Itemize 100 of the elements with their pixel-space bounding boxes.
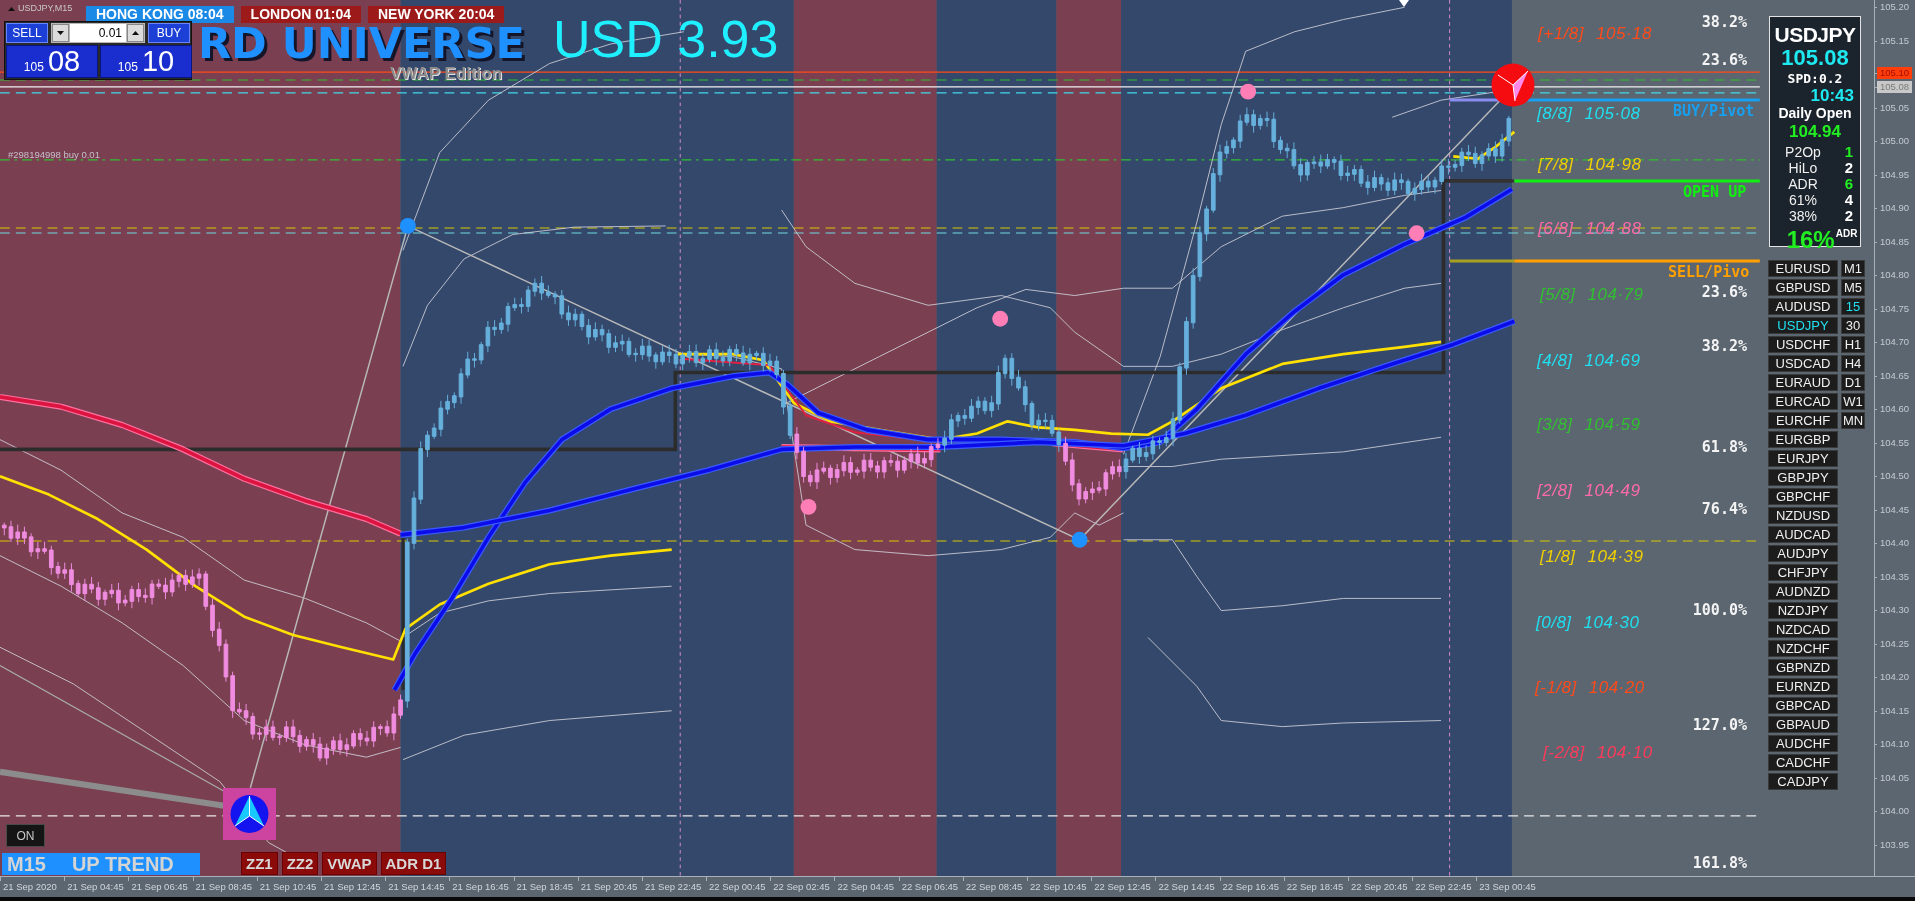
panel-daily-open: 104.94 <box>1789 122 1841 141</box>
murrey-price-label: 104·69 <box>1584 351 1641 371</box>
adr-suffix: ADR <box>1835 228 1858 240</box>
time-axis-label: 21 Sep 20:45 <box>577 877 638 897</box>
murrey-level-label: [6/8] <box>1538 219 1574 239</box>
price-axis-label: 104.25 <box>1877 637 1913 650</box>
symbol-button[interactable]: NZDCHF <box>1768 640 1838 657</box>
buy-button[interactable]: BUY <box>148 23 190 43</box>
retracement-label: 23.6% <box>1701 283 1747 301</box>
symbol-button[interactable]: GBPCAD <box>1768 697 1838 714</box>
panel-price: 105.08 <box>1781 47 1849 69</box>
timeframe-button[interactable]: D1 <box>1841 374 1865 391</box>
buy-price-button[interactable]: 105 10 <box>100 45 192 78</box>
panel-symbol: USDJPY <box>1774 23 1856 47</box>
triangle-logo-icon <box>1491 63 1535 107</box>
murrey-level-label: [4/8] <box>1537 351 1573 371</box>
symbol-button[interactable]: EURGBP <box>1768 431 1838 448</box>
sell-price-button[interactable]: 105 08 <box>6 45 98 78</box>
timeframe-button[interactable]: 30 <box>1841 317 1865 334</box>
adr-percent: 16% <box>1786 228 1835 252</box>
order-label: #298194998 buy 0.01 <box>8 149 100 160</box>
timeframe-button[interactable]: M1 <box>1841 260 1865 277</box>
symbol-button[interactable]: NZDJPY <box>1768 602 1838 619</box>
murrey-price-label: 104·98 <box>1585 155 1642 175</box>
price-axis-label: 104.65 <box>1877 369 1913 382</box>
trend-timeframe: M15 <box>7 853 46 875</box>
symbol-button[interactable]: GBPNZD <box>1768 659 1838 676</box>
murrey-level-label: [7/8] <box>1538 155 1574 175</box>
symbol-button[interactable]: EURCHF <box>1768 412 1838 429</box>
pivot-dot-icon <box>399 218 416 234</box>
timeframe-button[interactable]: H4 <box>1841 355 1865 372</box>
lot-input[interactable]: 0.01 <box>70 24 126 42</box>
price-axis-label: 104.15 <box>1877 704 1913 717</box>
stat-value: 6 <box>1843 176 1853 192</box>
toggle-button[interactable]: ON <box>6 824 45 847</box>
pivot-label: SELL/Pivo <box>1668 264 1750 281</box>
murrey-price-label: 104·88 <box>1585 219 1642 239</box>
timeframe-button[interactable]: 15 <box>1841 298 1865 315</box>
timeframe-button[interactable]: H1 <box>1841 336 1865 353</box>
panel-time: 10:43 <box>1810 87 1854 104</box>
symbol-button[interactable]: AUDJPY <box>1768 545 1838 562</box>
sell-button[interactable]: SELL <box>6 23 48 43</box>
trend-direction: UP TREND <box>71 853 174 875</box>
symbol-button[interactable]: CADJPY <box>1768 773 1838 790</box>
logo-title: RD UNIVERSE <box>198 22 525 64</box>
murrey-price-label: 104·49 <box>1584 481 1641 501</box>
murrey-price-label: 105·08 <box>1584 104 1641 124</box>
timeframe-button[interactable]: W1 <box>1841 393 1865 410</box>
symbol-button[interactable]: AUDUSD <box>1768 298 1838 315</box>
pivot-dot-icon <box>800 498 817 515</box>
indicator-button[interactable]: ADR D1 <box>380 852 447 875</box>
time-axis-label: 21 Sep 12:45 <box>320 877 381 897</box>
retracement-label: 38.2% <box>1701 337 1747 355</box>
symbol-button[interactable]: GBPAUD <box>1768 716 1838 733</box>
retracement-label: 38.2% <box>1701 13 1747 31</box>
symbol-button[interactable]: GBPCHF <box>1768 488 1838 505</box>
symbol-button[interactable]: NZDCAD <box>1768 621 1838 638</box>
symbol-button[interactable]: EURJPY <box>1768 450 1838 467</box>
indicator-button[interactable]: ZZ2 <box>281 852 319 875</box>
triangle-marker-icon <box>1399 0 1409 7</box>
symbol-button[interactable]: EURNZD <box>1768 678 1838 695</box>
symbol-button[interactable]: AUDNZD <box>1768 583 1838 600</box>
murrey-level-label: [3/8] <box>1537 415 1573 435</box>
symbol-button[interactable]: USDCAD <box>1768 355 1838 372</box>
symbol-button[interactable]: AUDCAD <box>1768 526 1838 543</box>
retracement-label: 61.8% <box>1701 438 1747 456</box>
panel-caption: Daily Open <box>1778 105 1852 122</box>
timeframe-button[interactable]: M5 <box>1841 279 1865 296</box>
timeframe-button[interactable]: MN <box>1841 412 1865 429</box>
time-axis-label: 22 Sep 20:45 <box>1347 877 1408 897</box>
price-axis-label: 105.20 <box>1877 1 1913 13</box>
time-axis-label: 22 Sep 14:45 <box>1155 877 1215 897</box>
symbol-button[interactable]: EURUSD <box>1768 260 1838 277</box>
symbol-button[interactable]: USDCHF <box>1768 336 1838 353</box>
symbol-button[interactable]: NZDUSD <box>1768 507 1838 524</box>
murrey-level-label: [0/8] <box>1536 613 1572 633</box>
time-axis-label: 21 Sep 08:45 <box>192 877 253 897</box>
time-axis-label: 22 Sep 06:45 <box>898 877 959 897</box>
price-axis-label: 104.00 <box>1877 805 1913 817</box>
stat-label: P2Op <box>1784 144 1822 160</box>
price-axis-label: 104.60 <box>1877 403 1913 415</box>
indicator-button[interactable]: ZZ1 <box>241 852 278 875</box>
symbol-button[interactable]: GBPJPY <box>1768 469 1838 486</box>
symbol-button[interactable]: AUDCHF <box>1768 735 1838 752</box>
pivot-dot-icon <box>1240 83 1257 100</box>
indicator-button[interactable]: VWAP <box>322 852 377 875</box>
price-axis-label: 104.70 <box>1877 336 1913 348</box>
symbol-button[interactable]: CHFJPY <box>1768 564 1838 581</box>
time-axis-label: 23 Sep 00:45 <box>1476 877 1536 897</box>
lot-down-button[interactable] <box>52 24 69 42</box>
price-axis-label: 104.80 <box>1877 269 1913 281</box>
symbol-button[interactable]: EURAUD <box>1768 374 1838 391</box>
pivot-dot-icon <box>1408 225 1425 242</box>
time-axis-label: 21 Sep 16:45 <box>449 877 509 897</box>
symbol-button[interactable]: CADCHF <box>1768 754 1838 771</box>
symbol-button[interactable]: EURCAD <box>1768 393 1838 410</box>
lot-up-button[interactable] <box>127 24 144 42</box>
time-axis-label: 22 Sep 08:45 <box>962 877 1023 897</box>
symbol-button[interactable]: GBPUSD <box>1768 279 1838 296</box>
symbol-button[interactable]: USDJPY <box>1768 317 1838 334</box>
